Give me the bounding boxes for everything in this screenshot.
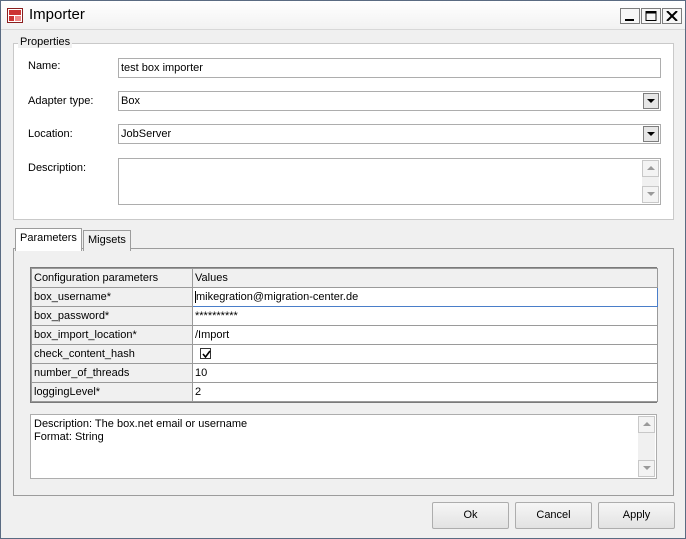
check-content-hash-checkbox[interactable] <box>200 348 211 359</box>
param-value-cell[interactable]: 2 <box>192 382 658 402</box>
arrow-up-icon <box>643 422 651 426</box>
tab-migsets[interactable]: Migsets <box>83 230 131 251</box>
ok-button[interactable]: Ok <box>432 502 509 529</box>
chevron-down-icon <box>647 99 655 103</box>
arrow-down-icon <box>643 466 651 470</box>
param-name-cell[interactable]: box_import_location* <box>31 325 193 345</box>
window-title: Importer <box>29 6 85 23</box>
param-value-cell[interactable] <box>192 344 658 364</box>
table-row[interactable]: check_content_hash <box>31 344 658 364</box>
importer-window: Importer Properties Name: test box impor… <box>0 0 686 539</box>
tab-parameters[interactable]: Parameters <box>15 228 82 251</box>
description-scrollbar[interactable] <box>642 160 659 203</box>
cancel-button[interactable]: Cancel <box>515 502 592 529</box>
checkmark-icon <box>202 350 211 359</box>
param-value-cell[interactable]: ********** <box>192 306 658 326</box>
description-textarea[interactable] <box>118 158 661 205</box>
minimize-button[interactable] <box>620 8 640 24</box>
param-name-cell[interactable]: box_password* <box>31 306 193 326</box>
title-bar[interactable]: Importer <box>1 1 685 30</box>
adapter-type-label: Adapter type: <box>28 95 94 107</box>
table-row[interactable]: box_import_location* /Import <box>31 325 658 345</box>
scroll-up-button[interactable] <box>642 160 659 177</box>
table-row[interactable]: box_username* mikegration@migration-cent… <box>31 287 658 307</box>
location-select[interactable]: JobServer <box>118 124 661 144</box>
grid-header-row: Configuration parameters Values <box>31 268 658 288</box>
location-value: JobServer <box>121 128 172 140</box>
scroll-up-button[interactable] <box>638 416 655 433</box>
location-label: Location: <box>28 128 73 140</box>
param-name-cell[interactable]: box_username* <box>31 287 193 307</box>
info-scrollbar[interactable] <box>638 416 655 477</box>
param-name-cell[interactable]: check_content_hash <box>31 344 193 364</box>
chevron-down-icon <box>647 132 655 136</box>
maximize-button[interactable] <box>641 8 661 24</box>
name-input[interactable]: test box importer <box>118 58 661 78</box>
param-value-text: mikegration@migration-center.de <box>196 290 359 303</box>
table-row[interactable]: box_password* ********** <box>31 306 658 326</box>
apply-button[interactable]: Apply <box>598 502 675 529</box>
column-header-values[interactable]: Values <box>192 268 658 288</box>
table-row[interactable]: loggingLevel* 2 <box>31 382 658 402</box>
close-icon <box>666 11 678 21</box>
param-value-cell[interactable]: mikegration@migration-center.de <box>192 287 658 307</box>
param-value-cell[interactable]: /Import <box>192 325 658 345</box>
name-label: Name: <box>28 60 61 72</box>
parameters-grid: Configuration parameters Values box_user… <box>30 267 658 403</box>
param-name-cell[interactable]: number_of_threads <box>31 363 193 383</box>
param-value-cell[interactable]: 10 <box>192 363 658 383</box>
table-row[interactable]: number_of_threads 10 <box>31 363 658 383</box>
maximize-icon <box>645 11 657 21</box>
adapter-type-select[interactable]: Box <box>118 91 661 111</box>
minimize-icon <box>625 19 634 21</box>
param-name-cell[interactable]: loggingLevel* <box>31 382 193 402</box>
adapter-dropdown-button[interactable] <box>643 93 659 109</box>
location-dropdown-button[interactable] <box>643 126 659 142</box>
app-logo-icon <box>7 8 23 23</box>
scroll-down-button[interactable] <box>638 460 655 477</box>
properties-group-label: Properties <box>18 36 73 48</box>
column-header-parameters[interactable]: Configuration parameters <box>31 268 193 288</box>
adapter-type-value: Box <box>121 95 140 107</box>
parameter-format-line: Format: String <box>34 431 104 443</box>
scroll-down-button[interactable] <box>642 186 659 203</box>
parameter-description-line: Description: The box.net email or userna… <box>34 418 248 430</box>
close-button[interactable] <box>662 8 682 24</box>
description-label: Description: <box>28 162 87 174</box>
arrow-down-icon <box>647 192 655 196</box>
arrow-up-icon <box>647 166 655 170</box>
parameter-description-box[interactable]: Description: The box.net email or userna… <box>30 414 657 479</box>
